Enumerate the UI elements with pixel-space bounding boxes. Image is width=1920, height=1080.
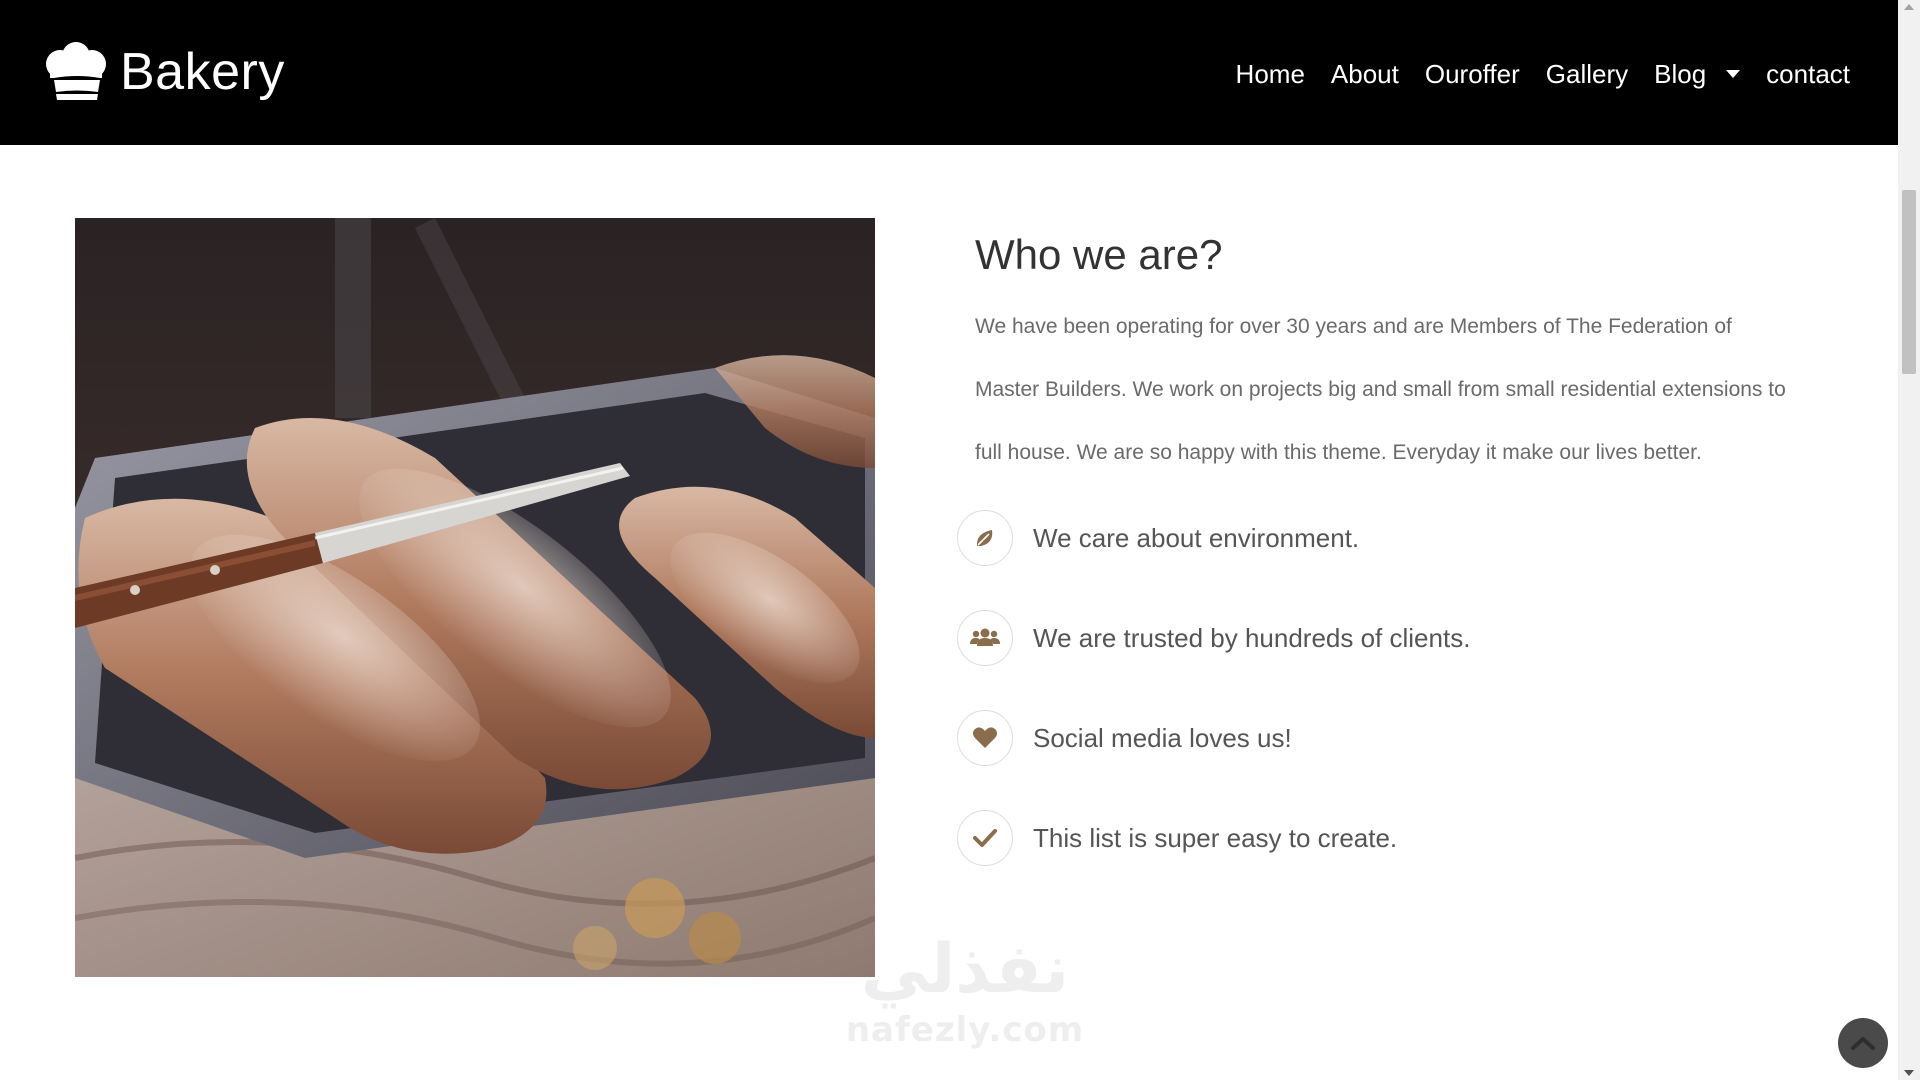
feature-text: We are trusted by hundreds of clients. [1033,622,1471,653]
scrollbar-thumb[interactable] [1902,190,1916,374]
vertical-scrollbar[interactable] [1898,0,1920,1080]
watermark-arabic: نفذلي [860,930,1070,1009]
heart-icon [957,710,1013,766]
bread-loaves-on-tray-photo [75,218,875,977]
list-item: We are trusted by hundreds of clients. [957,610,1757,666]
scroll-down-arrow-icon[interactable] [1904,1070,1914,1076]
leaf-icon [957,510,1013,566]
list-item: We care about environment. [957,510,1757,566]
users-icon [957,610,1013,666]
back-to-top-button[interactable] [1838,1018,1888,1068]
bread-photo-illustration [75,218,875,977]
brand-name: Bakery [120,43,285,101]
scroll-up-arrow-icon[interactable] [1904,4,1914,10]
chevron-up-icon [1851,1037,1875,1050]
list-item: Social media loves us! [957,710,1757,766]
feature-list: We care about environment. We are truste… [957,510,1757,910]
nav-item-ouroffer[interactable]: Ouroffer [1425,52,1520,96]
nav-item-contact[interactable]: contact [1766,52,1850,96]
caret-down-icon [1726,70,1741,78]
feature-text: Social media loves us! [1033,722,1292,753]
nav-menu: Home About Ouroffer Gallery Blog contact [1236,52,1850,96]
nav-item-blog-label: Blog [1654,59,1707,89]
watermark: نفذلي nafezly.com [845,930,1085,1050]
nav-item-about[interactable]: About [1331,52,1399,96]
brand-link[interactable]: Bakery [40,42,285,102]
nav-item-gallery[interactable]: Gallery [1546,52,1628,96]
list-item: This list is super easy to create. [957,810,1757,866]
navbar: Bakery Home About Ouroffer Gallery Blog … [0,0,1898,145]
about-paragraph: We have been operating for over 30 years… [975,315,1786,464]
watermark-latin: nafezly.com [845,1010,1085,1050]
section-title: Who we are? [975,231,1223,278]
check-icon [957,810,1013,866]
page: Bakery Home About Ouroffer Gallery Blog … [0,0,1898,1080]
nav-item-home[interactable]: Home [1236,52,1305,96]
nav-item-blog-dropdown[interactable]: Blog [1654,52,1741,96]
chef-hat-icon [46,42,106,100]
feature-text: This list is super easy to create. [1033,822,1398,853]
feature-text: We care about environment. [1033,522,1360,553]
about-section: Who we are? We have been operating for o… [975,225,1795,484]
